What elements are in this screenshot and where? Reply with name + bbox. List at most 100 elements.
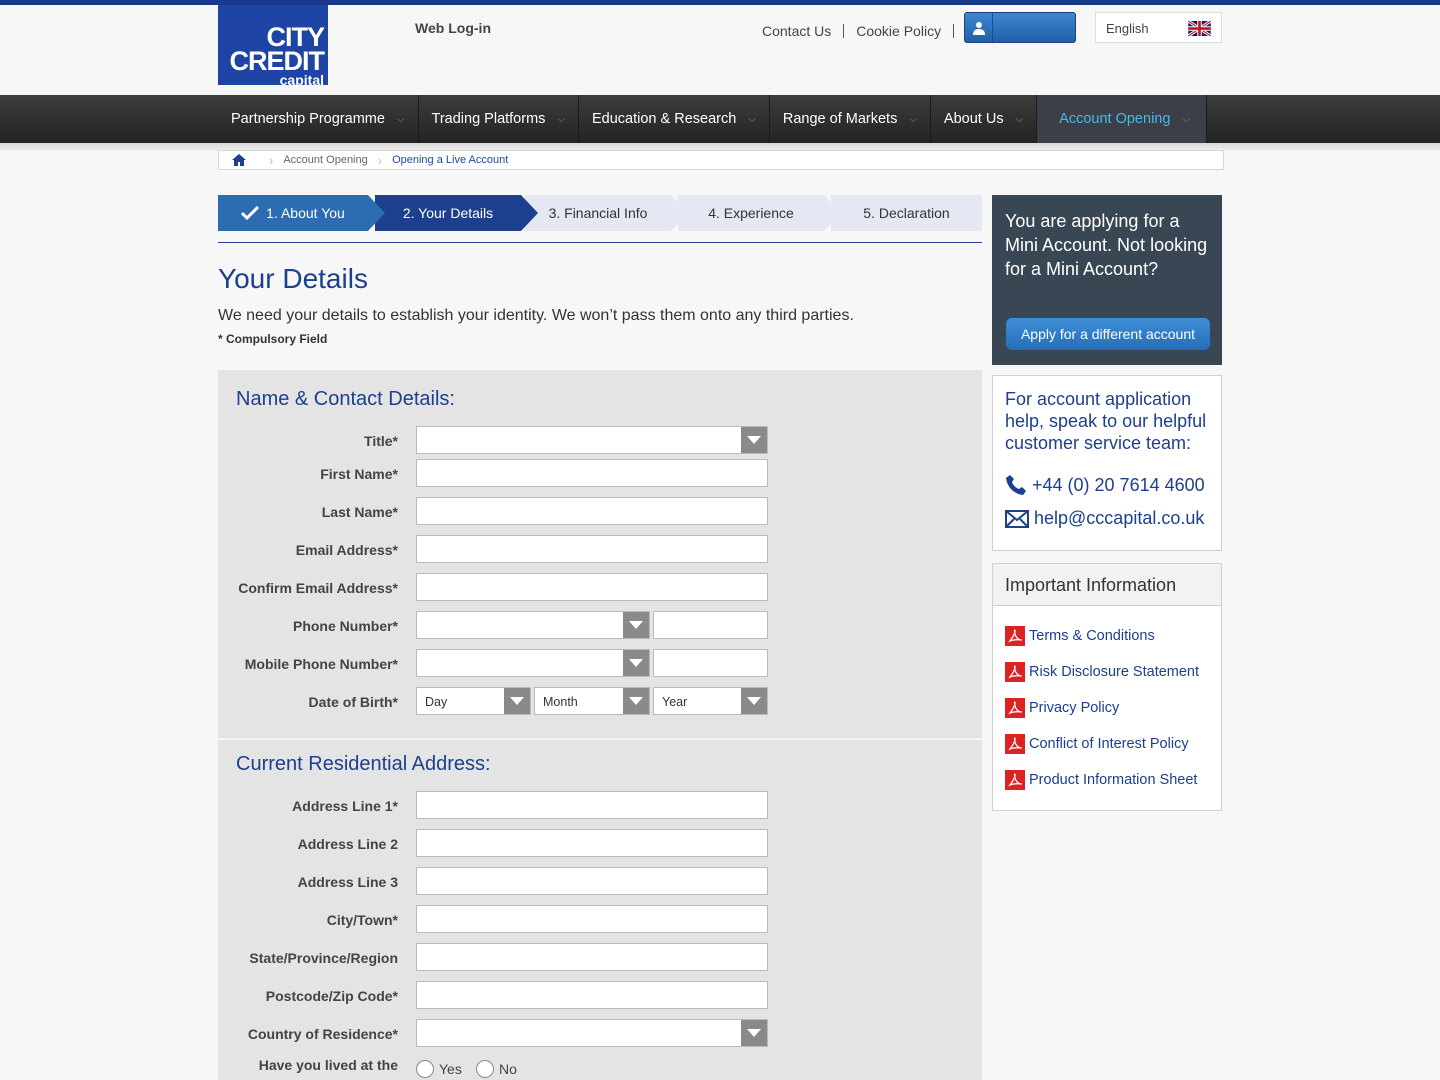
contact-us-link[interactable]: Contact Us	[762, 23, 831, 39]
phone-icon	[1006, 475, 1026, 495]
step-financial-info[interactable]: 3. Financial Info	[525, 195, 688, 231]
logo-line-2: CREDIT	[229, 46, 326, 76]
checkmark-icon	[241, 206, 260, 220]
important-information-panel: Important Information Terms & Conditions…	[992, 563, 1222, 811]
doc-label: Product Information Sheet	[1029, 772, 1198, 788]
nav-range-of-markets[interactable]: Range of Markets ⌵	[770, 95, 931, 143]
step-your-details[interactable]: 2. Your Details	[375, 195, 538, 231]
step-label: 5. Declaration	[863, 205, 950, 221]
details-form: Name & Contact Details: Title* First Nam…	[218, 370, 982, 1080]
title-select[interactable]	[416, 426, 768, 454]
step-label: 2. Your Details	[402, 205, 494, 221]
link-divider	[843, 24, 845, 38]
doc-risk-disclosure[interactable]: Risk Disclosure Statement	[1005, 662, 1199, 682]
address-line-2-field[interactable]	[416, 829, 768, 857]
confirm-email-field[interactable]	[416, 573, 768, 601]
step-experience[interactable]: 4. Experience	[678, 195, 841, 231]
breadcrumb-account-opening[interactable]: Account Opening	[283, 154, 367, 166]
nav-education-research[interactable]: Education & Research ⌵	[579, 95, 770, 143]
city-field[interactable]	[416, 905, 768, 933]
help-email[interactable]: help@cccapital.co.uk	[1005, 508, 1204, 529]
top-links: Contact Us Cookie Policy	[762, 23, 966, 39]
section-name-contact: Name & Contact Details:	[236, 388, 455, 410]
email-field[interactable]	[416, 535, 768, 563]
doc-terms-conditions[interactable]: Terms & Conditions	[1005, 626, 1155, 646]
country-label: Country of Residence*	[247, 1026, 398, 1042]
address-line-3-field[interactable]	[416, 867, 768, 895]
step-label: 3. Financial Info	[548, 205, 648, 221]
doc-label: Terms & Conditions	[1029, 628, 1155, 644]
address-line-3-label: Address Line 3	[297, 874, 398, 890]
doc-label: Risk Disclosure Statement	[1029, 664, 1200, 680]
section-divider	[218, 738, 982, 740]
phone-number-field[interactable]	[653, 611, 768, 639]
compulsory-note: * Compulsory Field	[218, 332, 328, 346]
state-field[interactable]	[416, 943, 768, 971]
dob-month-select[interactable]: Month	[534, 687, 650, 715]
nav-label: About Us	[943, 111, 1004, 127]
step-label: 4. Experience	[708, 205, 794, 221]
first-name-label: First Name*	[320, 466, 398, 482]
step-declaration[interactable]: 5. Declaration	[831, 195, 982, 231]
chevron-down-icon: ⌵	[748, 113, 756, 125]
postcode-field[interactable]	[416, 981, 768, 1009]
pdf-icon	[1005, 698, 1025, 718]
apply-different-account-button[interactable]: Apply for a different account	[1006, 318, 1210, 350]
doc-conflict-of-interest[interactable]: Conflict of Interest Policy	[1005, 734, 1189, 754]
doc-product-information[interactable]: Product Information Sheet	[1005, 770, 1197, 790]
dropdown-arrow-icon	[741, 427, 767, 453]
last-name-label: Last Name*	[321, 504, 398, 520]
dropdown-arrow-icon	[623, 650, 649, 676]
radio-no[interactable]: No	[476, 1060, 517, 1078]
dob-year-select[interactable]: Year	[653, 687, 768, 715]
chevron-down-icon: ⌵	[909, 113, 917, 125]
nav-partnership-programme[interactable]: Partnership Programme ⌵	[218, 95, 419, 143]
first-name-field[interactable]	[416, 459, 768, 487]
city-credit-logo[interactable]: CITY CREDIT capital	[218, 5, 328, 87]
dob-day-select[interactable]: Day	[416, 687, 531, 715]
web-login-button[interactable]: Web Log-in	[415, 12, 1076, 43]
step-arrow	[671, 195, 688, 231]
account-type-panel: You are applying for a Mini Account. Not…	[992, 195, 1222, 365]
main-navigation: Partnership Programme ⌵ Trading Platforms…	[0, 95, 1440, 143]
doc-privacy-policy[interactable]: Privacy Policy	[1005, 698, 1119, 718]
address-line-2-label: Address Line 2	[297, 836, 398, 852]
mobile-number-field[interactable]	[653, 649, 768, 677]
dob-day-value: Day	[425, 695, 448, 709]
language-selector[interactable]: English	[1095, 12, 1222, 43]
radio-yes[interactable]: Yes	[416, 1060, 462, 1078]
dob-label: Date of Birth*	[308, 694, 398, 710]
help-text: For account application help, speak to o…	[1005, 389, 1207, 453]
home-icon[interactable]	[219, 154, 259, 166]
phone-label: Phone Number*	[292, 618, 398, 634]
nav-about-us[interactable]: About Us ⌵	[931, 95, 1038, 143]
account-type-text: You are applying for a Mini Account. Not…	[1005, 211, 1208, 279]
address-line-1-label: Address Line 1*	[292, 798, 398, 814]
address-line-1-field[interactable]	[416, 791, 768, 819]
help-phone[interactable]: +44 (0) 20 7614 4600	[1005, 474, 1205, 496]
country-select[interactable]	[416, 1019, 768, 1047]
help-phone-text: +44 (0) 20 7614 4600	[1032, 474, 1205, 495]
dropdown-arrow-icon	[623, 688, 649, 714]
dropdown-arrow-icon	[741, 688, 767, 714]
nav-account-opening[interactable]: Account Opening ⌵	[1037, 95, 1208, 143]
page-intro: We need your details to establish your i…	[218, 307, 854, 324]
breadcrumb-separator: ›	[377, 152, 383, 168]
nav-trading-platforms[interactable]: Trading Platforms ⌵	[419, 95, 579, 143]
web-login-label: Web Log-in	[415, 19, 491, 36]
mobile-country-code-select[interactable]	[416, 649, 650, 677]
nav-label: Trading Platforms	[431, 111, 546, 127]
last-name-field[interactable]	[416, 497, 768, 525]
breadcrumb-current: Opening a Live Account	[392, 154, 509, 166]
envelope-icon	[1005, 509, 1029, 528]
phone-country-code-select[interactable]	[416, 611, 650, 639]
step-about-you[interactable]: 1. About You	[218, 195, 385, 231]
nav-label: Partnership Programme	[231, 111, 385, 127]
dropdown-arrow-icon	[623, 612, 649, 638]
section-residential-address: Current Residential Address:	[236, 753, 491, 775]
important-information-title: Important Information	[993, 564, 1221, 606]
cookie-policy-link[interactable]: Cookie Policy	[856, 23, 941, 39]
radio-no-label: No	[499, 1061, 517, 1077]
pdf-icon	[1005, 770, 1025, 790]
step-arrow	[368, 195, 385, 231]
